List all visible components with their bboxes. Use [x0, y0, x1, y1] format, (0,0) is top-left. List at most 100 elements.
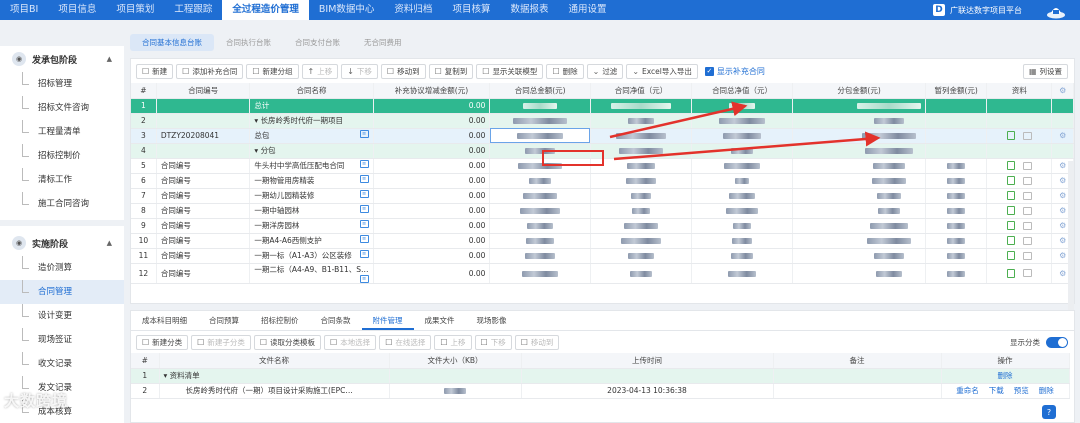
- amount-cell[interactable]: [792, 203, 927, 219]
- detail-tab-3[interactable]: 合同条款: [310, 311, 362, 330]
- table-row[interactable]: 8 合同编号 一期中轴园林 ≡ 0.00 ⚙: [131, 203, 1074, 219]
- contract-name-cell[interactable]: 一期中轴园林 ≡: [249, 203, 374, 219]
- amount-cell[interactable]: [590, 188, 693, 204]
- amount-cell[interactable]: [925, 218, 988, 234]
- supplement-amount-cell[interactable]: 0.00: [373, 203, 491, 219]
- gear-icon[interactable]: ⚙: [1059, 191, 1066, 200]
- amount-cell[interactable]: [691, 233, 794, 249]
- attachment-cell[interactable]: [986, 203, 1053, 219]
- contract-code-cell[interactable]: 合同编号: [156, 218, 251, 234]
- amount-cell[interactable]: [489, 128, 591, 144]
- contract-code-cell[interactable]: 合同编号: [156, 188, 251, 204]
- row-settings-cell[interactable]: [1051, 143, 1074, 159]
- attachment-button-2[interactable]: ☐ 读取分类模板: [253, 334, 322, 350]
- amount-cell[interactable]: [925, 113, 988, 129]
- amount-cell[interactable]: [925, 143, 988, 159]
- sidebar-item[interactable]: 收文记录: [0, 352, 124, 376]
- amount-cell[interactable]: [691, 158, 794, 174]
- attachment-cell[interactable]: [986, 113, 1053, 129]
- detail-tab-5[interactable]: 成果文件: [414, 311, 466, 330]
- contract-code-cell[interactable]: 合同编号: [156, 158, 251, 174]
- amount-cell[interactable]: [691, 218, 794, 234]
- contract-code-cell[interactable]: 合同编号: [156, 248, 251, 264]
- sidebar-item[interactable]: 现场签证: [0, 328, 124, 352]
- amount-cell[interactable]: [691, 203, 794, 219]
- column-settings-cell[interactable]: ⚙: [1051, 83, 1074, 99]
- contract-code-cell[interactable]: 合同编号: [156, 233, 251, 249]
- image-icon[interactable]: [1022, 161, 1032, 170]
- amount-cell[interactable]: [691, 128, 794, 144]
- amount-cell[interactable]: [925, 128, 988, 144]
- amount-cell[interactable]: [590, 173, 693, 189]
- amount-cell[interactable]: [489, 158, 591, 174]
- contract-code-cell[interactable]: 合同编号: [156, 203, 251, 219]
- sidebar-item[interactable]: 招标文件咨询: [0, 96, 124, 120]
- edit-icon[interactable]: ≡: [359, 274, 369, 282]
- column-header[interactable]: #: [131, 83, 157, 99]
- sidebar-item[interactable]: 造价测算: [0, 256, 124, 280]
- column-header[interactable]: 分包金额(元): [792, 83, 927, 99]
- supplement-amount-cell[interactable]: 0.00: [373, 218, 491, 234]
- detail-tab-0[interactable]: 成本科目明细: [131, 311, 198, 330]
- contract-name-cell[interactable]: 一期洋房园林 ≡: [249, 218, 374, 234]
- amount-cell[interactable]: [792, 143, 927, 159]
- attachment-header[interactable]: 备注: [773, 353, 942, 369]
- toolbar-button-0[interactable]: ☐ 新建: [136, 63, 174, 79]
- supplement-amount-cell[interactable]: 0.00: [373, 98, 491, 114]
- document-icon[interactable]: [1006, 268, 1015, 278]
- table-row[interactable]: 5 合同编号 牛头村中学高低压配电合同 ≡ 0.00 ⚙: [131, 158, 1074, 174]
- document-icon[interactable]: [1006, 161, 1015, 171]
- contract-name-cell[interactable]: 一期一标（A1-A3）公区装修 ≡: [249, 248, 374, 264]
- amount-cell[interactable]: [925, 248, 988, 264]
- toggle-switch[interactable]: [1046, 337, 1068, 348]
- column-header[interactable]: 资料: [986, 83, 1053, 99]
- amount-cell[interactable]: [590, 143, 693, 159]
- contract-code-cell[interactable]: [156, 98, 251, 114]
- attachment-button-4[interactable]: ☐ 在线选择: [379, 334, 432, 350]
- document-icon[interactable]: [1006, 251, 1015, 261]
- amount-cell[interactable]: [792, 158, 927, 174]
- amount-cell[interactable]: [590, 128, 693, 144]
- supplement-amount-cell[interactable]: 0.00: [373, 188, 491, 204]
- operation-link-1[interactable]: 下载: [989, 386, 1004, 395]
- table-row[interactable]: 3 DTZY20208041 总包 ≡ 0.00 ⚙: [131, 128, 1074, 144]
- amount-cell[interactable]: [925, 158, 988, 174]
- amount-cell[interactable]: [489, 113, 591, 129]
- attachment-button-6[interactable]: ☐ 下移: [474, 334, 512, 350]
- toolbar-button-8[interactable]: ☐ 删除: [546, 63, 584, 79]
- edit-icon[interactable]: ≡: [359, 160, 369, 168]
- image-icon[interactable]: [1022, 131, 1032, 140]
- attachment-cell[interactable]: [986, 158, 1053, 174]
- chevron-up-icon[interactable]: ▲: [107, 55, 112, 63]
- gear-icon[interactable]: ⚙: [1059, 161, 1066, 170]
- contract-code-cell[interactable]: 合同编号: [156, 263, 251, 284]
- column-header[interactable]: 合同编号: [156, 83, 251, 99]
- attachment-header[interactable]: 上传时间: [521, 353, 774, 369]
- table-row[interactable]: 7 合同编号 一期幼儿园精装修 ≡ 0.00 ⚙: [131, 188, 1074, 204]
- table-row[interactable]: 10 合同编号 一期A4-A6西侧支护 ≡ 0.00 ⚙: [131, 233, 1074, 249]
- amount-cell[interactable]: [792, 233, 927, 249]
- column-header[interactable]: 合同名称: [249, 83, 374, 99]
- amount-cell[interactable]: [925, 188, 988, 204]
- gear-icon[interactable]: ⚙: [1059, 251, 1066, 260]
- amount-cell[interactable]: [590, 98, 693, 114]
- attachment-cell[interactable]: [986, 233, 1053, 249]
- show-supplement-checkbox[interactable]: ✓ 显示补充合同: [704, 66, 765, 77]
- edit-icon[interactable]: ≡: [359, 190, 369, 198]
- amount-cell[interactable]: [691, 188, 794, 204]
- contract-code-cell[interactable]: [156, 143, 251, 159]
- contract-code-cell[interactable]: 合同编号: [156, 173, 251, 189]
- gear-icon[interactable]: ⚙: [1059, 221, 1066, 230]
- table-row[interactable]: 12 合同编号 一期二标（A4-A9、B1-B11、S… ≡ 0.00 ⚙: [131, 263, 1074, 284]
- checkbox-icon[interactable]: ✓: [704, 66, 714, 76]
- attachment-cell[interactable]: [986, 173, 1053, 189]
- toolbar-button-1[interactable]: ☐ 添加补充合同: [176, 63, 244, 79]
- sidebar-item[interactable]: 清标工作: [0, 168, 124, 192]
- contract-name-cell[interactable]: ▾ 分包: [249, 143, 374, 159]
- contract-name-cell[interactable]: 总计: [249, 98, 374, 114]
- table-row[interactable]: 4 ▾ 分包 0.00: [131, 143, 1074, 159]
- table-row[interactable]: 6 合同编号 一期物管用房精装 ≡ 0.00 ⚙: [131, 173, 1074, 189]
- attachment-header[interactable]: 文件名称: [159, 353, 390, 369]
- document-icon[interactable]: [1006, 176, 1015, 186]
- ledger-tab-0[interactable]: 合同基本信息台账: [130, 34, 214, 51]
